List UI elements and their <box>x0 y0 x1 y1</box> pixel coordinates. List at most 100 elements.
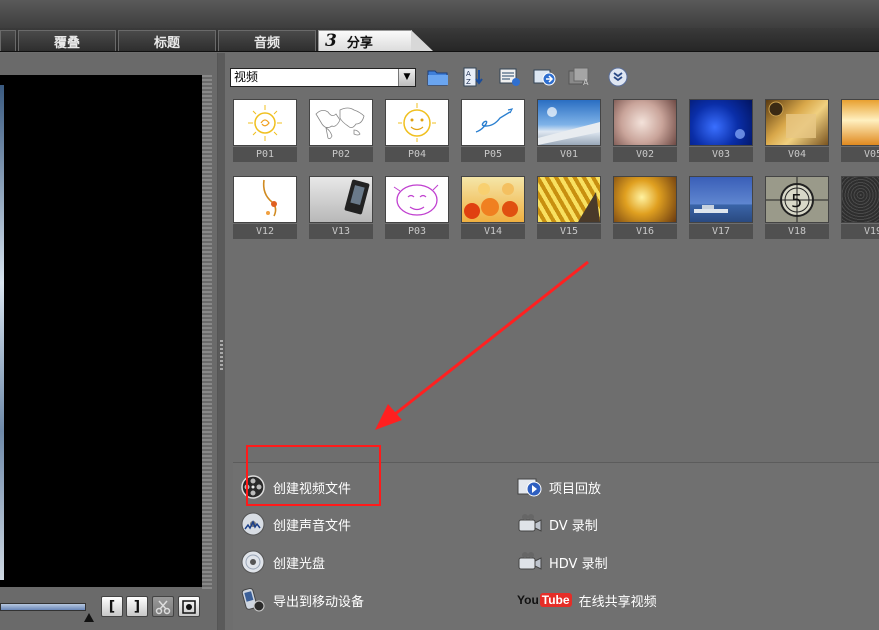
thumb-image <box>537 99 601 146</box>
open-folder-button[interactable] <box>426 66 450 88</box>
preview-image-edge <box>0 85 4 580</box>
tab-share-edge <box>411 30 433 51</box>
create-audio-file-button[interactable]: 创建声音文件 <box>241 510 351 538</box>
thumb-image <box>385 176 449 223</box>
thumb-image <box>841 99 879 146</box>
library-thumb-v03[interactable]: V03 <box>689 99 753 163</box>
thumb-label: V19 <box>841 224 879 239</box>
snapshot-icon <box>182 599 196 614</box>
library-thumb-v02[interactable]: V02 <box>613 99 677 163</box>
tab-overlay[interactable]: 覆叠 <box>18 30 116 51</box>
import-media-icon <box>533 69 556 86</box>
library-thumb-p04[interactable]: P04 <box>385 99 449 163</box>
svg-text:A: A <box>466 70 471 78</box>
timeline-slider-handle[interactable] <box>84 613 94 622</box>
library-thumb-p03[interactable]: P03 <box>385 176 449 240</box>
mark-out-button[interactable]: ] <box>126 596 148 617</box>
dv-record-label: DV 录制 <box>549 518 598 534</box>
online-share-label: 在线共享视频 <box>578 594 657 610</box>
thumb-image: 5 <box>765 176 829 223</box>
thumb-label: P03 <box>385 224 449 239</box>
library-category-select[interactable]: 视频 ▼ <box>230 68 416 87</box>
youtube-icon: You Tube <box>517 593 572 607</box>
tab-share-label: 分享 <box>346 35 373 51</box>
thumb-label: V14 <box>461 224 525 239</box>
mobile-device-icon <box>241 587 267 613</box>
library-thumb-p01[interactable]: P01 <box>233 99 297 163</box>
youtube-logo-tube: Tube <box>539 593 572 607</box>
svg-text:A: A <box>583 78 589 87</box>
tab-audio-label: 音频 <box>253 35 280 51</box>
expand-options-button[interactable] <box>606 66 630 88</box>
sort-button[interactable]: AZ <box>462 66 486 88</box>
thumb-image <box>461 176 525 223</box>
thumb-image <box>841 176 879 223</box>
library-thumb-v14[interactable]: V14 <box>461 176 525 240</box>
library-thumb-v18[interactable]: 5 V18 <box>765 176 829 240</box>
list-view-icon <box>499 68 520 86</box>
library-category-value: 视频 <box>234 70 259 84</box>
thumb-label: V03 <box>689 147 753 162</box>
thumb-label: V18 <box>765 224 829 239</box>
tab-previous-partial[interactable] <box>0 30 16 51</box>
thumb-label: V01 <box>537 147 601 162</box>
divider-grip[interactable] <box>220 340 223 370</box>
library-thumb-v12[interactable]: V12 <box>233 176 297 240</box>
thumb-image <box>309 99 373 146</box>
library-thumb-v16[interactable]: V16 <box>613 176 677 240</box>
disc-icon <box>241 549 267 575</box>
library-thumb-v01[interactable]: V01 <box>537 99 601 163</box>
hdv-camera-icon <box>517 549 543 575</box>
preview-window <box>0 75 202 587</box>
chevron-down-icon[interactable]: ▼ <box>398 69 415 86</box>
thumb-label: V12 <box>233 224 297 239</box>
video-editor-window: 覆叠 标题 音频 3 分享 [ ] 视频 ▼ AZ A P01 P02 P04 … <box>0 0 879 630</box>
preview-scroll-strip[interactable] <box>202 75 212 590</box>
step-tab-bar: 覆叠 标题 音频 3 分享 <box>0 28 879 52</box>
online-share-button[interactable]: You Tube 在线共享视频 <box>517 586 657 614</box>
library-thumb-v04[interactable]: V04 <box>765 99 829 163</box>
thumb-image <box>461 99 525 146</box>
import-button[interactable] <box>533 66 557 88</box>
svg-text:Z: Z <box>466 78 471 86</box>
top-band <box>0 0 879 28</box>
snapshot-button[interactable] <box>178 596 200 617</box>
thumb-label: V04 <box>765 147 829 162</box>
library-thumb-p02[interactable]: P02 <box>309 99 373 163</box>
tab-title-label: 标题 <box>153 35 180 51</box>
library-thumb-v13[interactable]: V13 <box>309 176 373 240</box>
library-thumb-v17[interactable]: V17 <box>689 176 753 240</box>
library-thumb-p05[interactable]: P05 <box>461 99 525 163</box>
hdv-record-button[interactable]: HDV 录制 <box>517 548 608 576</box>
project-playback-label: 项目回放 <box>549 481 602 497</box>
export-mobile-button[interactable]: 导出到移动设备 <box>241 586 364 614</box>
tab-share[interactable]: 3 分享 <box>318 30 412 51</box>
scissors-icon <box>155 600 171 614</box>
thumb-image <box>765 99 829 146</box>
tab-title[interactable]: 标题 <box>118 30 216 51</box>
mark-in-button[interactable]: [ <box>101 596 123 617</box>
tab-audio[interactable]: 音频 <box>218 30 316 51</box>
library-thumb-v19[interactable]: V19 <box>841 176 879 240</box>
thumb-image <box>309 176 373 223</box>
dv-record-button[interactable]: DV 录制 <box>517 510 598 538</box>
project-playback-button[interactable]: 项目回放 <box>517 473 601 501</box>
thumb-image <box>233 176 297 223</box>
timeline-slider[interactable] <box>0 603 86 611</box>
library-manager-button[interactable]: A <box>568 66 592 88</box>
thumb-image <box>613 99 677 146</box>
thumb-label: V05 <box>841 147 879 162</box>
tab-share-number: 3 <box>325 31 337 51</box>
library-thumb-v05[interactable]: V05 <box>841 99 879 163</box>
view-options-button[interactable] <box>498 66 522 88</box>
scissors-button[interactable] <box>152 596 174 617</box>
thumb-label: P05 <box>461 147 525 162</box>
create-disc-button[interactable]: 创建光盘 <box>241 548 325 576</box>
folder-icon <box>427 70 448 86</box>
tab-overlay-label: 覆叠 <box>53 35 80 51</box>
double-chevron-down-icon <box>608 67 628 87</box>
create-audio-file-label: 创建声音文件 <box>273 518 352 534</box>
thumb-image <box>385 99 449 146</box>
thumb-image <box>613 176 677 223</box>
library-thumb-v15[interactable]: V15 <box>537 176 601 240</box>
